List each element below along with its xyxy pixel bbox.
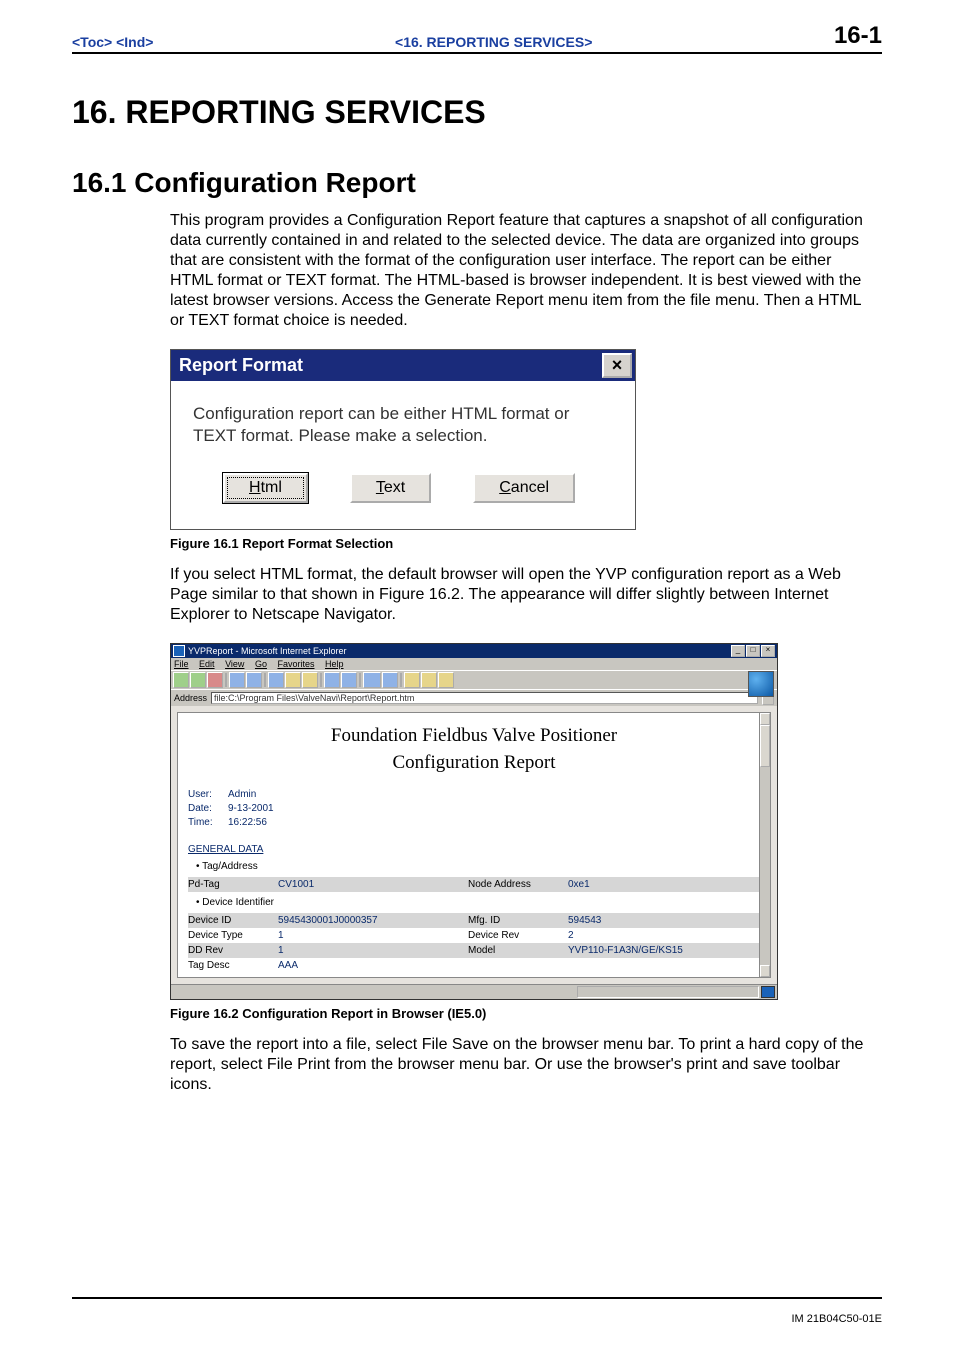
menu-favorites[interactable]: Favorites xyxy=(277,659,314,669)
address-input[interactable]: file:C:\Program Files\ValveNavi\Report\R… xyxy=(211,692,758,704)
toolbar-back-icon[interactable] xyxy=(173,672,189,688)
toolbar-separator xyxy=(320,673,322,687)
header-chapter-link[interactable]: <16. REPORTING SERVICES> xyxy=(395,34,592,50)
cancel-button[interactable]: Cancel xyxy=(473,473,575,503)
meta-time-value: 16:22:56 xyxy=(228,816,267,830)
browser-statusbar xyxy=(171,984,777,999)
toolbar-stop-icon[interactable] xyxy=(207,672,223,688)
toolbar-separator xyxy=(264,673,266,687)
browser-window: YVPReport - Microsoft Internet Explorer … xyxy=(170,643,778,1000)
toolbar-cut-icon[interactable] xyxy=(404,672,420,688)
status-pane xyxy=(577,986,759,998)
toolbar-history-icon[interactable] xyxy=(302,672,318,688)
report-content: Foundation Fieldbus Valve Positioner Con… xyxy=(177,712,771,978)
vertical-scrollbar[interactable] xyxy=(759,713,770,977)
zone-icon xyxy=(761,986,775,998)
menu-help[interactable]: Help xyxy=(325,659,344,669)
toolbar-print-icon[interactable] xyxy=(341,672,357,688)
scroll-down-icon[interactable] xyxy=(760,965,770,977)
section-title: 16.1 Configuration Report xyxy=(72,167,882,199)
close-icon[interactable]: × xyxy=(602,353,632,378)
maximize-icon[interactable]: □ xyxy=(746,645,760,657)
figure-2: YVPReport - Microsoft Internet Explorer … xyxy=(170,643,882,1021)
meta-user-value: Admin xyxy=(228,788,256,802)
toolbar-home-icon[interactable] xyxy=(246,672,262,688)
dev-row: Device ID5945430001J0000357Mfg. ID594543 xyxy=(188,913,760,928)
toolbar-separator xyxy=(400,673,402,687)
mid-paragraph: If you select HTML format, the default b… xyxy=(170,565,874,625)
meta-user-label: User: xyxy=(188,788,222,802)
dev-row: Tag DescAAA xyxy=(188,958,760,973)
toolbar-font-larger-icon[interactable] xyxy=(363,672,381,688)
figure-1: Report Format × Configuration report can… xyxy=(170,349,882,551)
toolbar-font-smaller-icon[interactable] xyxy=(382,672,398,688)
browser-toolbar xyxy=(171,670,777,689)
dialog-title: Report Format xyxy=(179,350,599,381)
tag-address-bullet: Tag/Address xyxy=(188,861,760,872)
general-data-heading: GENERAL DATA xyxy=(188,844,760,855)
meta-date-value: 9-13-2001 xyxy=(228,802,274,816)
toolbar-separator xyxy=(359,673,361,687)
scroll-up-icon[interactable] xyxy=(760,713,770,725)
browser-titlebar: YVPReport - Microsoft Internet Explorer … xyxy=(171,644,777,658)
footer-doc-id: IM 21B04C50-01E xyxy=(792,1313,883,1325)
figure-2-caption: Figure 16.2 Configuration Report in Brow… xyxy=(170,1006,882,1021)
report-format-dialog: Report Format × Configuration report can… xyxy=(170,349,636,530)
html-button[interactable]: Html xyxy=(223,473,308,503)
report-title: Foundation Fieldbus Valve Positioner Con… xyxy=(188,723,760,776)
index-link[interactable]: <Ind> xyxy=(116,34,153,50)
menu-file[interactable]: File xyxy=(174,659,189,669)
meta-date-label: Date: xyxy=(188,802,222,816)
header-left-links: <Toc> <Ind> xyxy=(72,34,153,50)
browser-menubar: File Edit View Go Favorites Help xyxy=(171,658,777,670)
toolbar-favorites-icon[interactable] xyxy=(285,672,301,688)
browser-title: YVPReport - Microsoft Internet Explorer xyxy=(188,646,347,656)
menu-go[interactable]: Go xyxy=(255,659,267,669)
toolbar-search-icon[interactable] xyxy=(268,672,284,688)
scroll-thumb[interactable] xyxy=(760,725,770,767)
toolbar-copy-icon[interactable] xyxy=(421,672,437,688)
minimize-icon[interactable]: _ xyxy=(731,645,745,657)
toolbar-refresh-icon[interactable] xyxy=(229,672,245,688)
meta-time-label: Time: xyxy=(188,816,222,830)
address-label: Address xyxy=(174,693,207,703)
toc-link[interactable]: <Toc> xyxy=(72,34,112,50)
toolbar-mail-icon[interactable] xyxy=(324,672,340,688)
dev-row: Device Type1Device Rev2 xyxy=(188,928,760,943)
device-identifier-bullet: Device Identifier xyxy=(188,897,760,908)
window-close-icon[interactable]: × xyxy=(761,645,775,657)
toolbar-paste-icon[interactable] xyxy=(438,672,454,688)
figure-1-caption: Figure 16.1 Report Format Selection xyxy=(170,536,882,551)
tag-row: Pd-Tag CV1001 Node Address 0xe1 xyxy=(188,877,760,892)
browser-address-bar: Address file:C:\Program Files\ValveNavi\… xyxy=(171,689,777,706)
ie-icon xyxy=(173,645,185,657)
toolbar-forward-icon[interactable] xyxy=(190,672,206,688)
page-header: <Toc> <Ind> <16. REPORTING SERVICES> 16-… xyxy=(72,22,882,54)
ie-logo-icon xyxy=(748,671,774,697)
chapter-title: 16. REPORTING SERVICES xyxy=(72,94,882,131)
footer-rule xyxy=(72,1297,882,1299)
dialog-message: Configuration report can be either HTML … xyxy=(193,403,613,447)
page-number: 16-1 xyxy=(834,22,882,50)
menu-view[interactable]: View xyxy=(225,659,244,669)
menu-edit[interactable]: Edit xyxy=(199,659,215,669)
dev-row: DD Rev1ModelYVP110-F1A3N/GE/KS15 xyxy=(188,943,760,958)
tail-paragraph: To save the report into a file, select F… xyxy=(170,1035,874,1095)
text-button[interactable]: Text xyxy=(350,473,431,503)
toolbar-separator xyxy=(225,673,227,687)
intro-paragraph: This program provides a Configuration Re… xyxy=(170,211,874,331)
